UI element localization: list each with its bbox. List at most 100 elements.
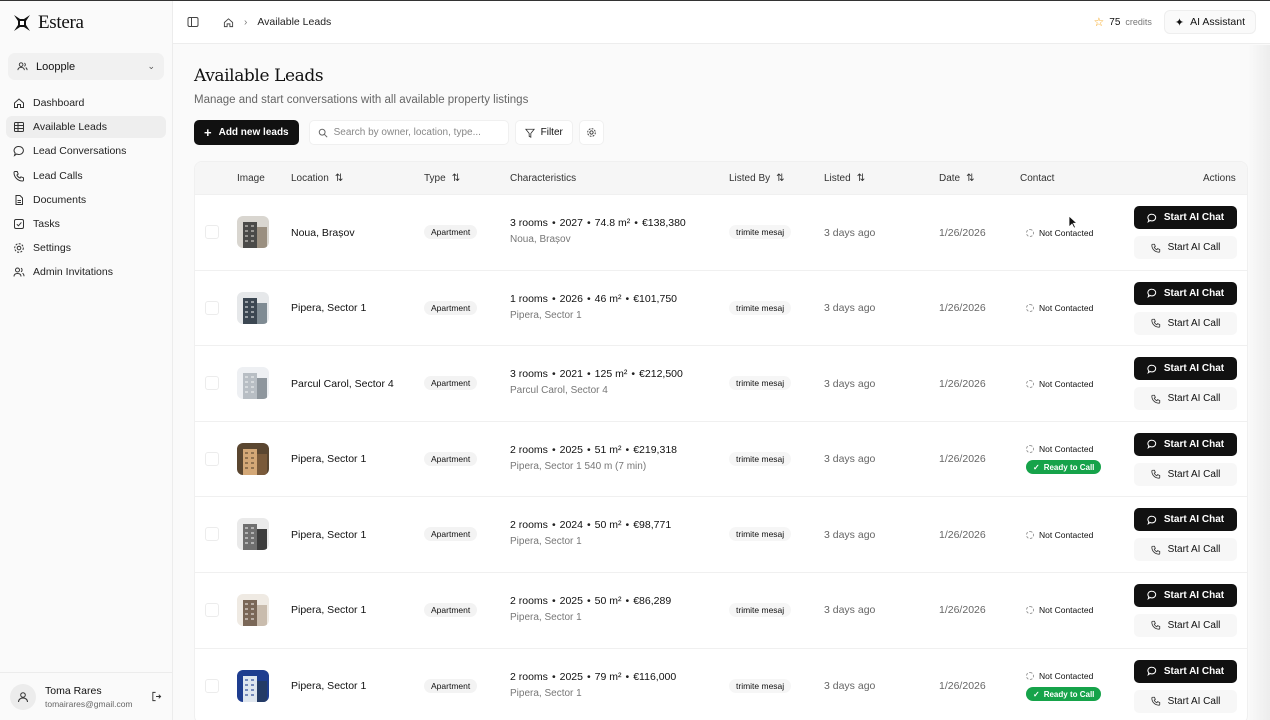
- mouse-cursor-icon: [1068, 215, 1078, 229]
- row-location: Pipera, Sector 1: [291, 680, 367, 693]
- table-row[interactable]: Pipera, Sector 1 Apartment 2 rooms • 2024 • 50…: [195, 496, 1247, 572]
- row-checkbox[interactable]: [205, 225, 219, 239]
- listed-by-badge[interactable]: trimite mesaj: [729, 376, 792, 391]
- col-listed-by[interactable]: Listed By ⇅: [729, 173, 785, 184]
- sidebar-item-admin-invitations[interactable]: Admin Invitations: [6, 261, 166, 283]
- price: €98,771: [633, 519, 672, 532]
- start-ai-chat-button[interactable]: Start AI Chat: [1134, 583, 1237, 607]
- row-checkbox[interactable]: [205, 300, 219, 315]
- start-ai-call-button[interactable]: Start AI Call: [1134, 311, 1237, 335]
- start-ai-chat-button[interactable]: Start AI Chat: [1134, 659, 1237, 683]
- logo[interactable]: Estera: [0, 1, 172, 45]
- credits-indicator[interactable]: ☆ 75 credits: [1094, 15, 1152, 29]
- characteristics: 2 rooms • 2025 • 50 m² • €86,289 Pipera, Sector…: [510, 595, 671, 623]
- add-leads-button[interactable]: + Add new leads: [194, 120, 299, 145]
- sidebar-item-lead-calls[interactable]: Lead Calls: [6, 165, 166, 187]
- bullet-separator: •: [551, 443, 556, 456]
- listed-by-badge[interactable]: trimite mesaj: [729, 678, 792, 693]
- start-ai-call-button[interactable]: Start AI Call: [1134, 462, 1237, 486]
- start-ai-chat-label: Start AI Chat: [1163, 363, 1225, 375]
- bullet-separator: •: [586, 670, 591, 683]
- property-thumbnail[interactable]: [237, 216, 269, 248]
- rooms: 3 rooms: [510, 368, 548, 381]
- table-row[interactable]: Pipera, Sector 1 Apartment 2 rooms • 2025 • 50…: [195, 571, 1247, 648]
- page-content: Available Leads Manage and start convers…: [173, 44, 1270, 720]
- table-row[interactable]: Parcul Carol, Sector 4 Apartment 3 rooms • 2…: [195, 345, 1247, 421]
- start-ai-call-button[interactable]: Start AI Call: [1134, 387, 1237, 411]
- start-ai-call-label: Start AI Call: [1167, 695, 1221, 707]
- col-date[interactable]: Date ⇅: [939, 173, 975, 184]
- sidebar-toggle-icon[interactable]: [187, 16, 199, 28]
- row-checkbox[interactable]: [205, 376, 219, 391]
- property-thumbnail[interactable]: [237, 442, 269, 475]
- sub-location: Pipera, Sector 1: [510, 611, 582, 623]
- table-row[interactable]: Pipera, Sector 1 Apartment 2 rooms • 2025 • 51…: [195, 420, 1247, 497]
- sidebar-item-available-leads[interactable]: Available Leads: [6, 116, 166, 139]
- property-thumbnail[interactable]: [237, 518, 269, 551]
- breadcrumb-current[interactable]: Available Leads: [257, 16, 331, 28]
- start-ai-call-label: Start AI Call: [1167, 544, 1221, 556]
- listed-date: 1/26/2026: [939, 680, 986, 693]
- filter-button[interactable]: Filter: [514, 120, 573, 145]
- listed-by-badge[interactable]: trimite mesaj: [729, 300, 792, 315]
- property-thumbnail[interactable]: [237, 669, 269, 702]
- col-type[interactable]: Type ⇅: [424, 173, 460, 184]
- characteristics: 2 rooms • 2025 • 79 m² • €116,000 Pipera, Secto…: [510, 671, 676, 699]
- home-icon[interactable]: [223, 17, 234, 28]
- settings-button[interactable]: [578, 120, 604, 145]
- sort-icon: ⇅: [966, 172, 975, 184]
- sidebar-item-tasks[interactable]: Tasks: [6, 213, 166, 235]
- sub-location: Pipera, Sector 1: [510, 687, 582, 699]
- start-ai-call-button[interactable]: Start AI Call: [1134, 689, 1237, 713]
- row-checkbox[interactable]: [205, 527, 219, 542]
- listed-by-badge[interactable]: trimite mesaj: [729, 602, 792, 617]
- row-location: Pipera, Sector 1: [291, 453, 367, 466]
- check-circle-icon: ✓: [1033, 462, 1040, 472]
- bullet-separator: •: [551, 368, 556, 381]
- start-ai-chat-button[interactable]: Start AI Chat: [1134, 206, 1237, 229]
- sidebar-item-lead-conversations[interactable]: Lead Conversations: [6, 140, 166, 162]
- listed-by-badge[interactable]: trimite mesaj: [729, 451, 792, 466]
- ai-assistant-button[interactable]: ✦ AI Assistant: [1163, 10, 1256, 34]
- sidebar-item-dashboard[interactable]: Dashboard: [6, 92, 166, 114]
- table-row[interactable]: Pipera, Sector 1 Apartment 2 rooms • 2025 • 79…: [195, 647, 1247, 720]
- sort-icon: ⇅: [856, 172, 866, 184]
- start-ai-chat-label: Start AI Chat: [1163, 589, 1225, 601]
- filter-icon: [524, 128, 535, 138]
- search-input[interactable]: [333, 127, 494, 138]
- logout-icon[interactable]: [151, 691, 162, 702]
- sidebar-item-settings[interactable]: Settings: [6, 237, 166, 259]
- workspace-selector[interactable]: Loopple ⌄: [8, 53, 164, 80]
- col-listed[interactable]: Listed ⇅: [824, 173, 865, 184]
- start-ai-call-button[interactable]: Start AI Call: [1134, 613, 1237, 637]
- row-checkbox[interactable]: [205, 451, 219, 466]
- listed-by-badge[interactable]: trimite mesaj: [729, 527, 792, 542]
- start-ai-chat-button[interactable]: Start AI Chat: [1134, 357, 1237, 381]
- table-row[interactable]: Noua, Brașov Apartment 3 rooms • 2027 • 74.8 m…: [195, 194, 1247, 270]
- area: 50 m²: [594, 594, 622, 607]
- start-ai-call-button[interactable]: Start AI Call: [1134, 538, 1237, 562]
- row-checkbox[interactable]: [205, 678, 219, 693]
- search-box[interactable]: [308, 120, 509, 145]
- property-thumbnail[interactable]: [237, 593, 269, 626]
- col-location[interactable]: Location ⇅: [291, 173, 343, 184]
- listed-by-badge[interactable]: trimite mesaj: [729, 225, 792, 239]
- property-thumbnail[interactable]: [237, 367, 269, 400]
- characteristics: 3 rooms • 2027 • 74.8 m² • €138,380 Noua, Brașo…: [510, 217, 686, 245]
- workspace-name: Loopple: [36, 60, 76, 73]
- sidebar-item-documents[interactable]: Documents: [6, 189, 166, 211]
- table-row[interactable]: Pipera, Sector 1 Apartment 1 rooms • 2026 • 46…: [195, 269, 1247, 346]
- start-ai-chat-button[interactable]: Start AI Chat: [1134, 281, 1237, 305]
- property-thumbnail[interactable]: [237, 291, 269, 324]
- phone-icon: [1151, 696, 1160, 706]
- start-ai-call-button[interactable]: Start AI Call: [1134, 236, 1237, 259]
- avatar[interactable]: [10, 683, 36, 710]
- area: 46 m²: [594, 292, 622, 305]
- document-icon: [15, 194, 23, 205]
- start-ai-chat-button[interactable]: Start AI Chat: [1134, 508, 1237, 532]
- row-checkbox[interactable]: [205, 602, 219, 617]
- start-ai-chat-button[interactable]: Start AI Chat: [1134, 432, 1237, 456]
- phone-icon: [1151, 470, 1160, 479]
- property-photo: [237, 442, 269, 475]
- col-listed-by-label: Listed By: [729, 172, 771, 184]
